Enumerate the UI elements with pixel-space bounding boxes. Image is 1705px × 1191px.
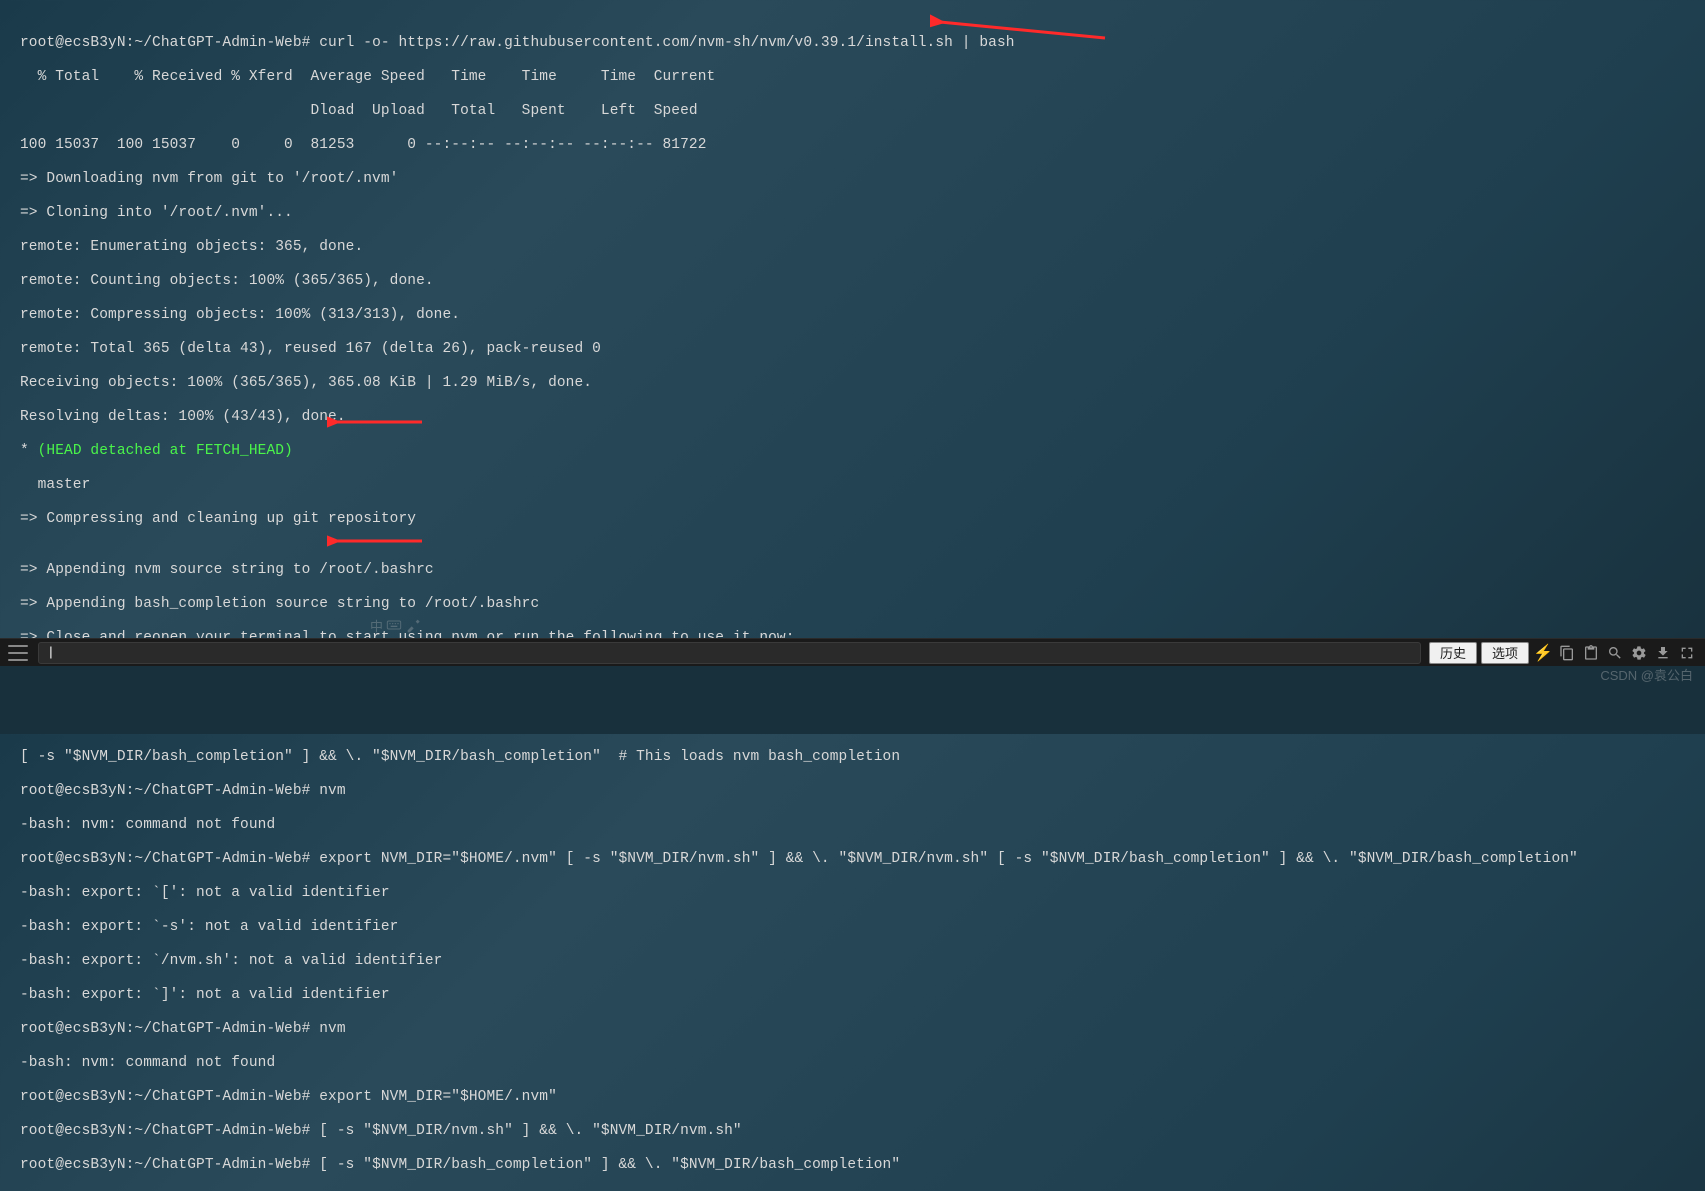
terminal-output[interactable]: root@ecsB3yN:~/ChatGPT-Admin-Web# curl -…	[0, 0, 1705, 1191]
keyboard-icon	[386, 617, 402, 633]
output-line: Receiving objects: 100% (365/365), 365.0…	[20, 375, 1685, 392]
shell-prompt: root@ecsB3yN:~/ChatGPT-Admin-Web#	[20, 1021, 310, 1037]
output-line: => Downloading nvm from git to '/root/.n…	[20, 171, 1685, 188]
output-line: * (HEAD detached at FETCH_HEAD)	[20, 443, 1685, 460]
search-icon[interactable]	[1605, 643, 1625, 663]
menu-icon[interactable]	[8, 645, 28, 661]
shell-prompt: root@ecsB3yN:~/ChatGPT-Admin-Web#	[20, 851, 310, 867]
output-line: root@ecsB3yN:~/ChatGPT-Admin-Web# export…	[20, 851, 1685, 868]
output-line: => Compressing and cleaning up git repos…	[20, 511, 1685, 528]
output-line: root@ecsB3yN:~/ChatGPT-Admin-Web# nvm	[20, 1021, 1685, 1038]
output-line: master	[20, 477, 1685, 494]
status-bar: 历史 选项 ⚡	[0, 638, 1705, 666]
command-text: [ -s "$NVM_DIR/nvm.sh" ] && \. "$NVM_DIR…	[310, 1123, 741, 1139]
output-line: 100 15037 100 15037 0 0 81253 0 --:--:--…	[20, 137, 1685, 154]
output-line: -bash: nvm: command not found	[20, 817, 1685, 834]
output-line: [ -s "$NVM_DIR/bash_completion" ] && \. …	[20, 749, 1685, 766]
output-line: remote: Compressing objects: 100% (313/3…	[20, 307, 1685, 324]
output-line: remote: Total 365 (delta 43), reused 167…	[20, 341, 1685, 358]
command-text: nvm	[310, 1021, 345, 1037]
ime-indicator: 中	[370, 612, 430, 638]
output-line: -bash: export: `-s': not a valid identif…	[20, 919, 1685, 936]
fullscreen-icon[interactable]	[1677, 643, 1697, 663]
ime-lang-icon: 中	[370, 616, 383, 635]
history-button[interactable]: 历史	[1429, 642, 1477, 664]
copy-icon[interactable]	[1557, 643, 1577, 663]
output-line: root@ecsB3yN:~/ChatGPT-Admin-Web# [ -s "…	[20, 1157, 1685, 1174]
git-head-detached: (HEAD detached at FETCH_HEAD)	[38, 443, 293, 459]
output-line: root@ecsB3yN:~/ChatGPT-Admin-Web# export…	[20, 1089, 1685, 1106]
output-line: remote: Enumerating objects: 365, done.	[20, 239, 1685, 256]
gear-icon[interactable]	[1629, 643, 1649, 663]
output-line: => Appending bash_completion source stri…	[20, 596, 1685, 613]
output-line: => Appending nvm source string to /root/…	[20, 562, 1685, 579]
output-line: -bash: nvm: command not found	[20, 1055, 1685, 1072]
watermark-text: CSDN @袁公白	[1600, 665, 1693, 684]
output-line: root@ecsB3yN:~/ChatGPT-Admin-Web# curl -…	[20, 35, 1685, 52]
options-button[interactable]: 选项	[1481, 642, 1529, 664]
command-text: export NVM_DIR="$HOME/.nvm"	[310, 1089, 556, 1105]
command-text: export NVM_DIR="$HOME/.nvm" [ -s "$NVM_D…	[310, 851, 1577, 867]
output-line: % Total % Received % Xferd Average Speed…	[20, 69, 1685, 86]
output-line: root@ecsB3yN:~/ChatGPT-Admin-Web# nvm	[20, 783, 1685, 800]
command-text: [ -s "$NVM_DIR/bash_completion" ] && \. …	[310, 1157, 900, 1173]
command-text: curl -o- https://raw.githubusercontent.c…	[310, 35, 1014, 51]
output-line: => Cloning into '/root/.nvm'...	[20, 205, 1685, 222]
output-line: -bash: export: `]': not a valid identifi…	[20, 987, 1685, 1004]
command-input[interactable]	[38, 642, 1421, 664]
output-line: Resolving deltas: 100% (43/43), done.	[20, 409, 1685, 426]
shell-prompt: root@ecsB3yN:~/ChatGPT-Admin-Web#	[20, 1123, 310, 1139]
output-line: remote: Counting objects: 100% (365/365)…	[20, 273, 1685, 290]
command-text: nvm	[310, 783, 345, 799]
shell-prompt: root@ecsB3yN:~/ChatGPT-Admin-Web#	[20, 783, 310, 799]
paste-icon[interactable]	[1581, 643, 1601, 663]
shell-prompt: root@ecsB3yN:~/ChatGPT-Admin-Web#	[20, 35, 310, 51]
shell-prompt: root@ecsB3yN:~/ChatGPT-Admin-Web#	[20, 1089, 310, 1105]
shell-prompt: root@ecsB3yN:~/ChatGPT-Admin-Web#	[20, 1157, 310, 1173]
download-icon[interactable]	[1653, 643, 1673, 663]
output-line: root@ecsB3yN:~/ChatGPT-Admin-Web# [ -s "…	[20, 1123, 1685, 1140]
settings-wrench-icon	[405, 617, 421, 633]
output-line: -bash: export: `/nvm.sh': not a valid id…	[20, 953, 1685, 970]
output-line: Dload Upload Total Spent Left Speed	[20, 103, 1685, 120]
output-line: -bash: export: `[': not a valid identifi…	[20, 885, 1685, 902]
bolt-icon[interactable]: ⚡	[1533, 643, 1553, 663]
